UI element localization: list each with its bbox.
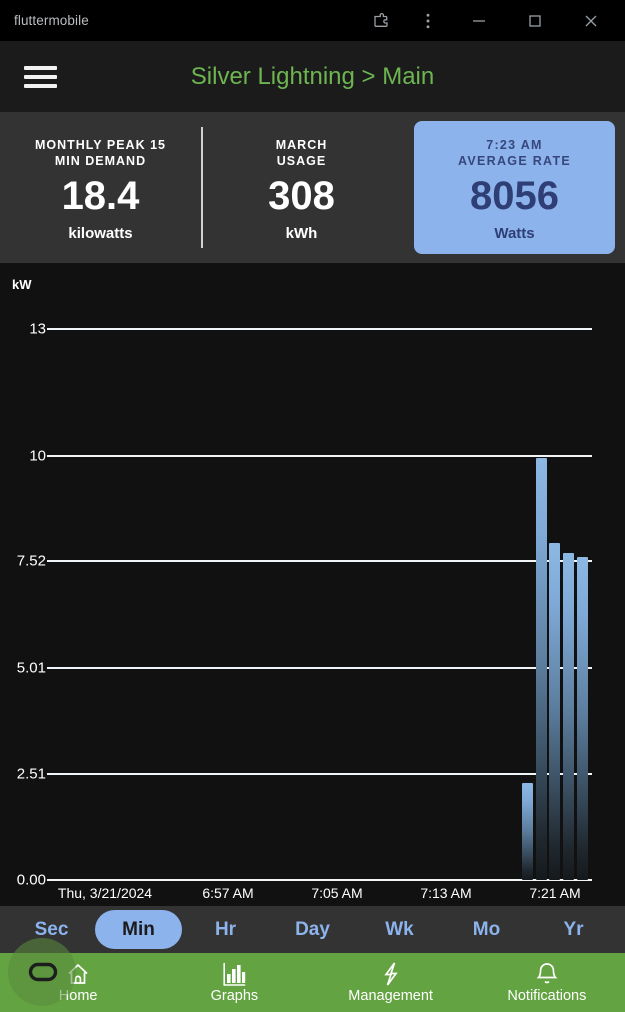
app-bar: Silver Lightning > Main bbox=[0, 41, 625, 112]
time-tab-day[interactable]: Day bbox=[269, 910, 356, 949]
chart-y-tick: 13 bbox=[29, 320, 46, 338]
chart-plot-area[interactable]: 13 10 7.52 5.01 2.51 0.00 Thu, 3/21/2024 6:57 A… bbox=[0, 263, 625, 906]
close-button[interactable] bbox=[563, 0, 619, 41]
chart-bar[interactable] bbox=[577, 557, 588, 880]
hamburger-icon[interactable] bbox=[12, 65, 68, 88]
extension-icon[interactable] bbox=[357, 0, 404, 41]
stat-label-line1: MONTHLY PEAK 15 bbox=[34, 138, 166, 152]
lightning-bolt-icon bbox=[378, 960, 404, 987]
stat-label-line2: AVERAGE RATE bbox=[457, 154, 572, 168]
hamburger-bar bbox=[23, 83, 57, 88]
chart-bar[interactable] bbox=[549, 543, 560, 880]
chart-gridline bbox=[47, 560, 592, 563]
chart-x-tick: Thu, 3/21/2024 bbox=[57, 885, 153, 901]
chart-bar[interactable] bbox=[536, 457, 547, 880]
stat-average-rate[interactable]: 7:23 AM AVERAGE RATE 8056 Watts bbox=[414, 121, 615, 254]
bottom-navigation[interactable]: Home Graphs Management Notifications bbox=[0, 953, 625, 1012]
stat-value: 308 bbox=[268, 174, 335, 218]
chart-x-tick: 6:57 AM bbox=[202, 885, 254, 901]
stat-label-line1: MARCH bbox=[275, 138, 328, 152]
nav-item-management[interactable]: Management bbox=[313, 960, 469, 1005]
window-titlebar: fluttermobile bbox=[0, 0, 625, 41]
floating-overlay-button[interactable] bbox=[8, 938, 76, 1006]
chart-gridline bbox=[47, 666, 592, 669]
stat-label-line1: 7:23 AM bbox=[486, 138, 543, 152]
time-tab-yr[interactable]: Yr bbox=[530, 910, 617, 949]
chart-y-tick: 0.00 bbox=[16, 871, 46, 889]
chart-bar[interactable] bbox=[522, 783, 533, 880]
stat-label: MONTHLY PEAK 15 MIN DEMAND bbox=[35, 137, 166, 169]
window-title: fluttermobile bbox=[14, 13, 89, 28]
chart-gridline bbox=[47, 772, 592, 775]
chart-bar[interactable] bbox=[563, 552, 574, 880]
stat-label-line2: MIN DEMAND bbox=[54, 154, 147, 168]
time-tab-wk[interactable]: Wk bbox=[356, 910, 443, 949]
time-tab-min[interactable]: Min bbox=[95, 910, 182, 949]
chart-y-tick: 5.01 bbox=[16, 659, 46, 677]
chart-y-tick: 10 bbox=[29, 447, 46, 465]
bar-chart-icon bbox=[221, 960, 247, 987]
more-vertical-icon[interactable] bbox=[404, 0, 451, 41]
chart-y-tick: 7.52 bbox=[16, 552, 46, 570]
nav-label: Graphs bbox=[210, 988, 259, 1004]
chart-gridline bbox=[47, 455, 592, 458]
energy-chart[interactable]: kW 13 10 7.52 5.01 2.51 0.00 Thu, 3/21/2024 6:5… bbox=[0, 263, 625, 906]
stat-value: 8056 bbox=[470, 174, 559, 218]
nav-label: Management bbox=[348, 988, 433, 1004]
stat-unit: Watts bbox=[494, 225, 535, 242]
chart-y-tick: 2.51 bbox=[16, 765, 46, 783]
time-tab-hr[interactable]: Hr bbox=[182, 910, 269, 949]
app-window: fluttermobile Silver Lightning > Main MO… bbox=[0, 0, 625, 1012]
stat-label-line2: USAGE bbox=[276, 154, 327, 168]
maximize-button[interactable] bbox=[507, 0, 563, 41]
chart-gridline bbox=[47, 328, 592, 330]
time-range-tabs[interactable]: Sec Min Hr Day Wk Mo Yr bbox=[0, 906, 625, 953]
chart-x-tick: 7:13 AM bbox=[420, 885, 472, 901]
stat-unit: kilowatts bbox=[68, 225, 133, 242]
stats-strip: MONTHLY PEAK 15 MIN DEMAND 18.4 kilowatt… bbox=[0, 112, 625, 263]
time-tab-mo[interactable]: Mo bbox=[443, 910, 530, 949]
nav-label: Notifications bbox=[507, 988, 587, 1004]
stat-label: 7:23 AM AVERAGE RATE bbox=[458, 137, 571, 169]
page-title: Silver Lightning > Main bbox=[190, 62, 435, 90]
stat-march-usage: MARCH USAGE 308 kWh bbox=[201, 121, 402, 254]
hamburger-bar bbox=[23, 74, 57, 79]
bell-icon bbox=[534, 960, 560, 987]
minimize-button[interactable] bbox=[451, 0, 507, 41]
stat-label: MARCH USAGE bbox=[276, 137, 328, 169]
nav-item-notifications[interactable]: Notifications bbox=[469, 960, 625, 1005]
chart-x-tick: 7:21 AM bbox=[529, 885, 581, 901]
stat-value: 18.4 bbox=[61, 174, 140, 218]
stat-unit: kWh bbox=[285, 225, 318, 242]
chart-x-axis bbox=[47, 879, 592, 881]
stat-monthly-peak-demand: MONTHLY PEAK 15 MIN DEMAND 18.4 kilowatt… bbox=[0, 121, 201, 254]
nav-item-graphs[interactable]: Graphs bbox=[156, 960, 312, 1005]
hamburger-bar bbox=[23, 65, 57, 70]
chart-x-tick: 7:05 AM bbox=[311, 885, 363, 901]
